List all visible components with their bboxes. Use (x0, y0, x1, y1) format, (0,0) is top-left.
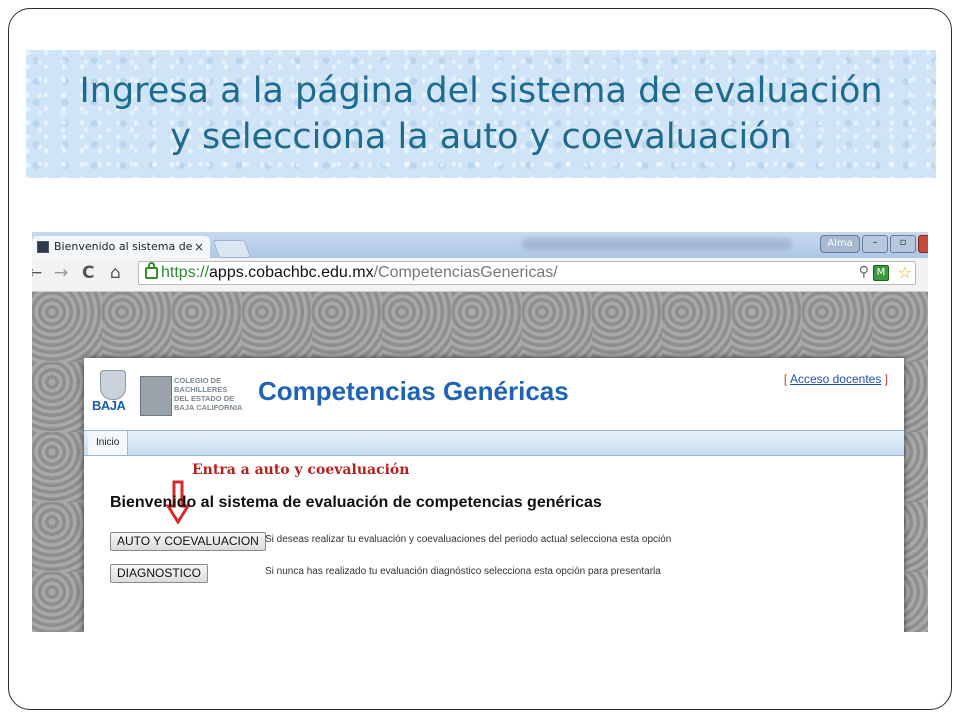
address-bar[interactable]: https://apps.cobachbc.edu.mx/Competencia… (138, 261, 916, 285)
tab-close-icon[interactable]: × (194, 236, 204, 258)
shield-icon (100, 370, 126, 400)
welcome-heading: Bienvenido al sistema de evaluación de c… (110, 494, 602, 511)
slide-title-line-1: Ingresa a la página del sistema de evalu… (79, 71, 883, 111)
page-background: BAJA COLEGIO DE BACHILLERES DEL ESTADO D… (32, 292, 928, 632)
close-window-button[interactable]: × (918, 235, 928, 253)
site-panel: BAJA COLEGIO DE BACHILLERES DEL ESTADO D… (84, 358, 904, 632)
annotation-label: Entra a auto y coevaluación (192, 462, 410, 478)
slide-title-band: Ingresa a la página del sistema de evalu… (26, 50, 936, 178)
slide-title-line-2: y selecciona la auto y coevaluación (170, 117, 792, 157)
back-icon[interactable]: ← (32, 263, 42, 283)
diagnostico-button[interactable]: DIAGNOSTICO (110, 564, 209, 583)
site-menubar: Inicio (84, 430, 904, 456)
org-name: COLEGIO DE BACHILLERES DEL ESTADO DE BAJ… (174, 376, 243, 412)
browser-toolbar: ← → C ⌂ https://apps.cobachbc.edu.mx/Com… (32, 258, 928, 292)
minimize-button[interactable]: – (862, 235, 888, 253)
browser-tab[interactable]: Bienvenido al sistema de × (32, 236, 210, 258)
slide-title: Ingresa a la página del sistema de evalu… (26, 68, 936, 160)
cobach-mark-icon (140, 376, 172, 416)
bookmark-star-icon[interactable]: ☆ (898, 263, 912, 282)
new-tab-button[interactable] (212, 240, 252, 258)
auto-coevaluacion-button[interactable]: AUTO Y COEVALUACION (110, 532, 266, 551)
tab-title: Bienvenido al sistema de (54, 240, 193, 253)
baja-logo: BAJA (92, 370, 132, 416)
url-host: apps.cobachbc.edu.mx (209, 264, 374, 281)
forward-icon[interactable]: → (54, 263, 68, 283)
url-scheme: https:// (161, 264, 210, 281)
home-icon[interactable]: ⌂ (110, 263, 121, 283)
extension-icon[interactable]: M (873, 265, 889, 281)
cobach-logo: COLEGIO DE BACHILLERES DEL ESTADO DE BAJ… (140, 376, 250, 416)
browser-screenshot: Bienvenido al sistema de × Alma – ▫ × ← … (32, 232, 928, 632)
url-text: https://apps.cobachbc.edu.mx/Competencia… (161, 264, 558, 282)
baja-logo-text: BAJA (92, 398, 126, 413)
maximize-button[interactable]: ▫ (890, 235, 916, 253)
lock-icon (145, 262, 158, 279)
docentes-link-wrapper: [ Acceso docentes ] (783, 372, 888, 386)
profile-button[interactable]: Alma (820, 235, 860, 253)
window-title-blurred (522, 238, 792, 250)
docentes-link[interactable]: Acceso docentes (790, 372, 881, 386)
reload-icon[interactable]: C (82, 263, 94, 283)
menu-item-inicio[interactable]: Inicio (88, 431, 129, 455)
browser-tabstrip: Bienvenido al sistema de × Alma – ▫ × (32, 232, 928, 258)
zoom-icon[interactable]: ⚲ (859, 264, 869, 280)
auto-coevaluacion-description: Si deseas realizar tu evaluación y coeva… (265, 534, 672, 545)
site-title: Competencias Genéricas (258, 376, 569, 406)
url-path: /CompetenciasGenericas/ (373, 264, 558, 281)
favicon-icon (37, 241, 49, 253)
diagnostico-description: Si nunca has realizado tu evaluación dia… (265, 566, 661, 577)
